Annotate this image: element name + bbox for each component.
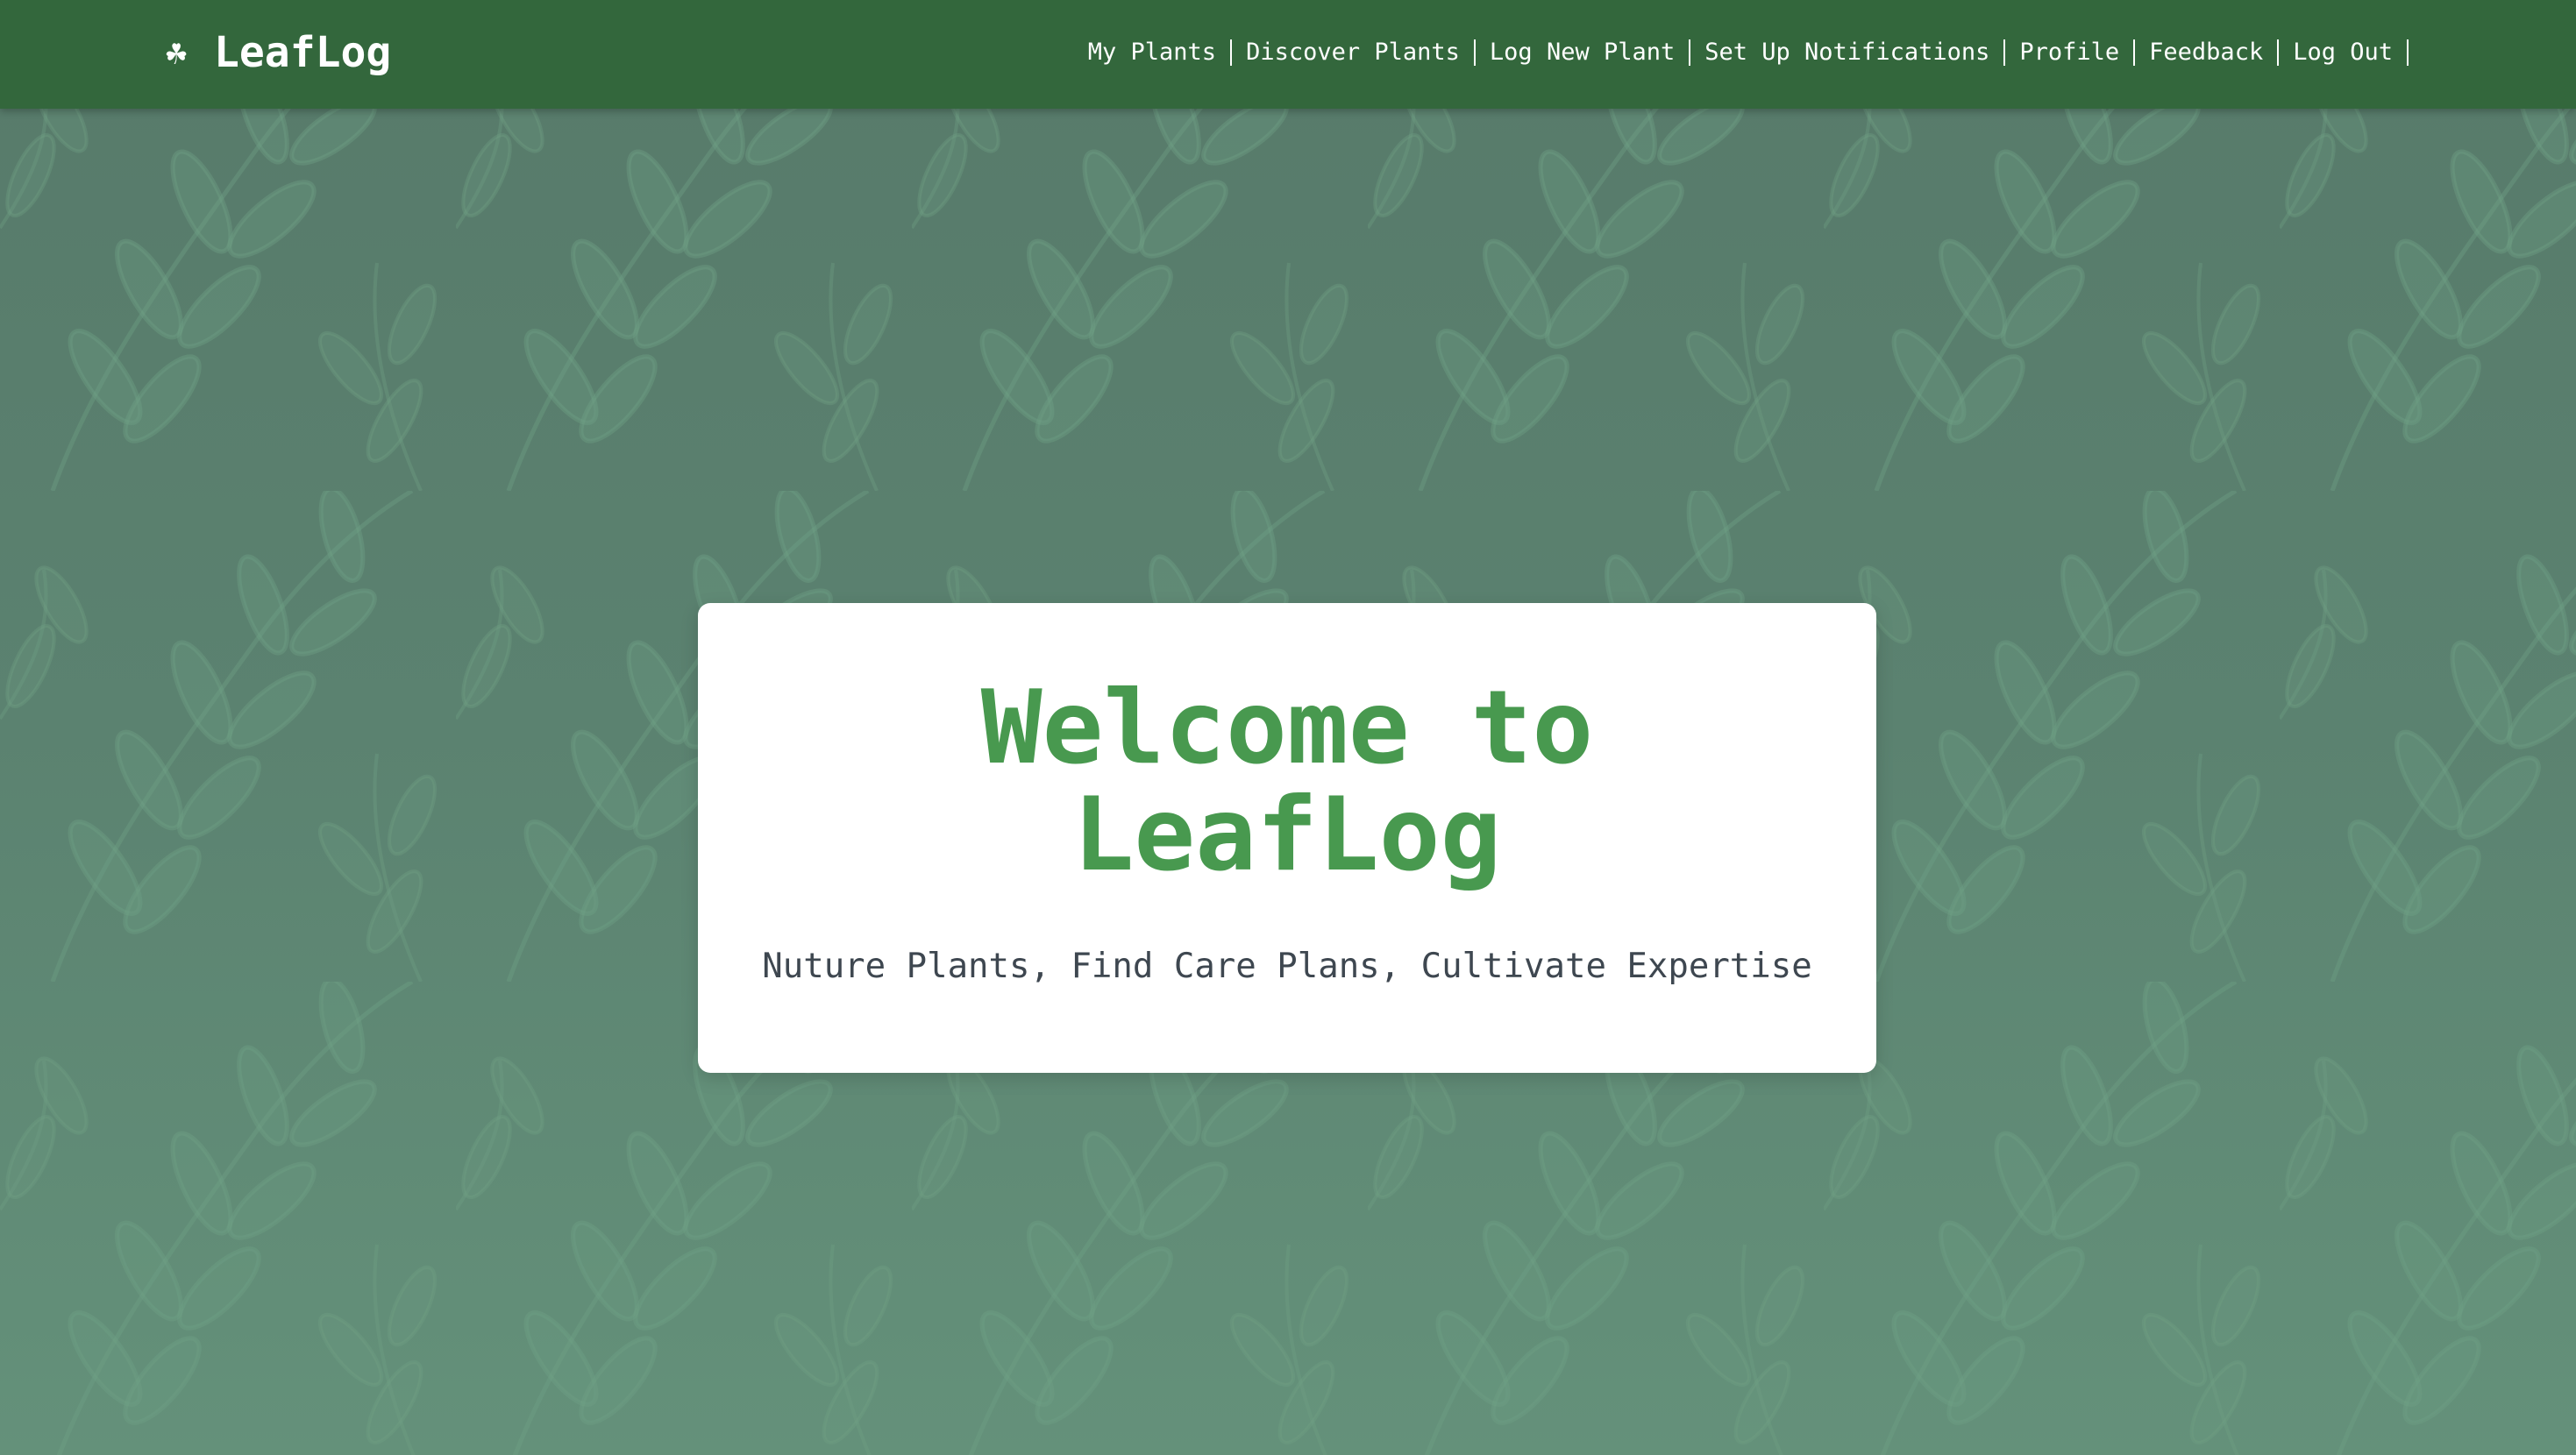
- nav-item-log-out[interactable]: Log Out: [2279, 39, 2409, 66]
- welcome-title: Welcome to LeafLog: [980, 669, 1594, 894]
- nav-item-feedback[interactable]: Feedback: [2135, 39, 2280, 66]
- nav-item-log-new-plant[interactable]: Log New Plant: [1476, 39, 1691, 66]
- brand-name: LeafLog: [214, 28, 392, 77]
- nav-item-profile[interactable]: Profile: [2005, 39, 2136, 66]
- welcome-card: Welcome to LeafLog Nuture Plants, Find C…: [698, 603, 1876, 1073]
- top-navbar: ☘ LeafLog My Plants Discover Plants Log …: [0, 0, 2576, 109]
- nav-item-set-up-notifications[interactable]: Set Up Notifications: [1690, 39, 2006, 66]
- main-nav: My Plants Discover Plants Log New Plant …: [1074, 35, 2409, 70]
- brand-logo[interactable]: ☘ LeafLog: [161, 26, 391, 79]
- nav-item-discover-plants[interactable]: Discover Plants: [1232, 39, 1476, 66]
- welcome-subtitle: Nuture Plants, Find Care Plans, Cultivat…: [762, 947, 1812, 986]
- shamrock-icon: ☘: [165, 32, 188, 73]
- nav-item-my-plants[interactable]: My Plants: [1074, 39, 1233, 66]
